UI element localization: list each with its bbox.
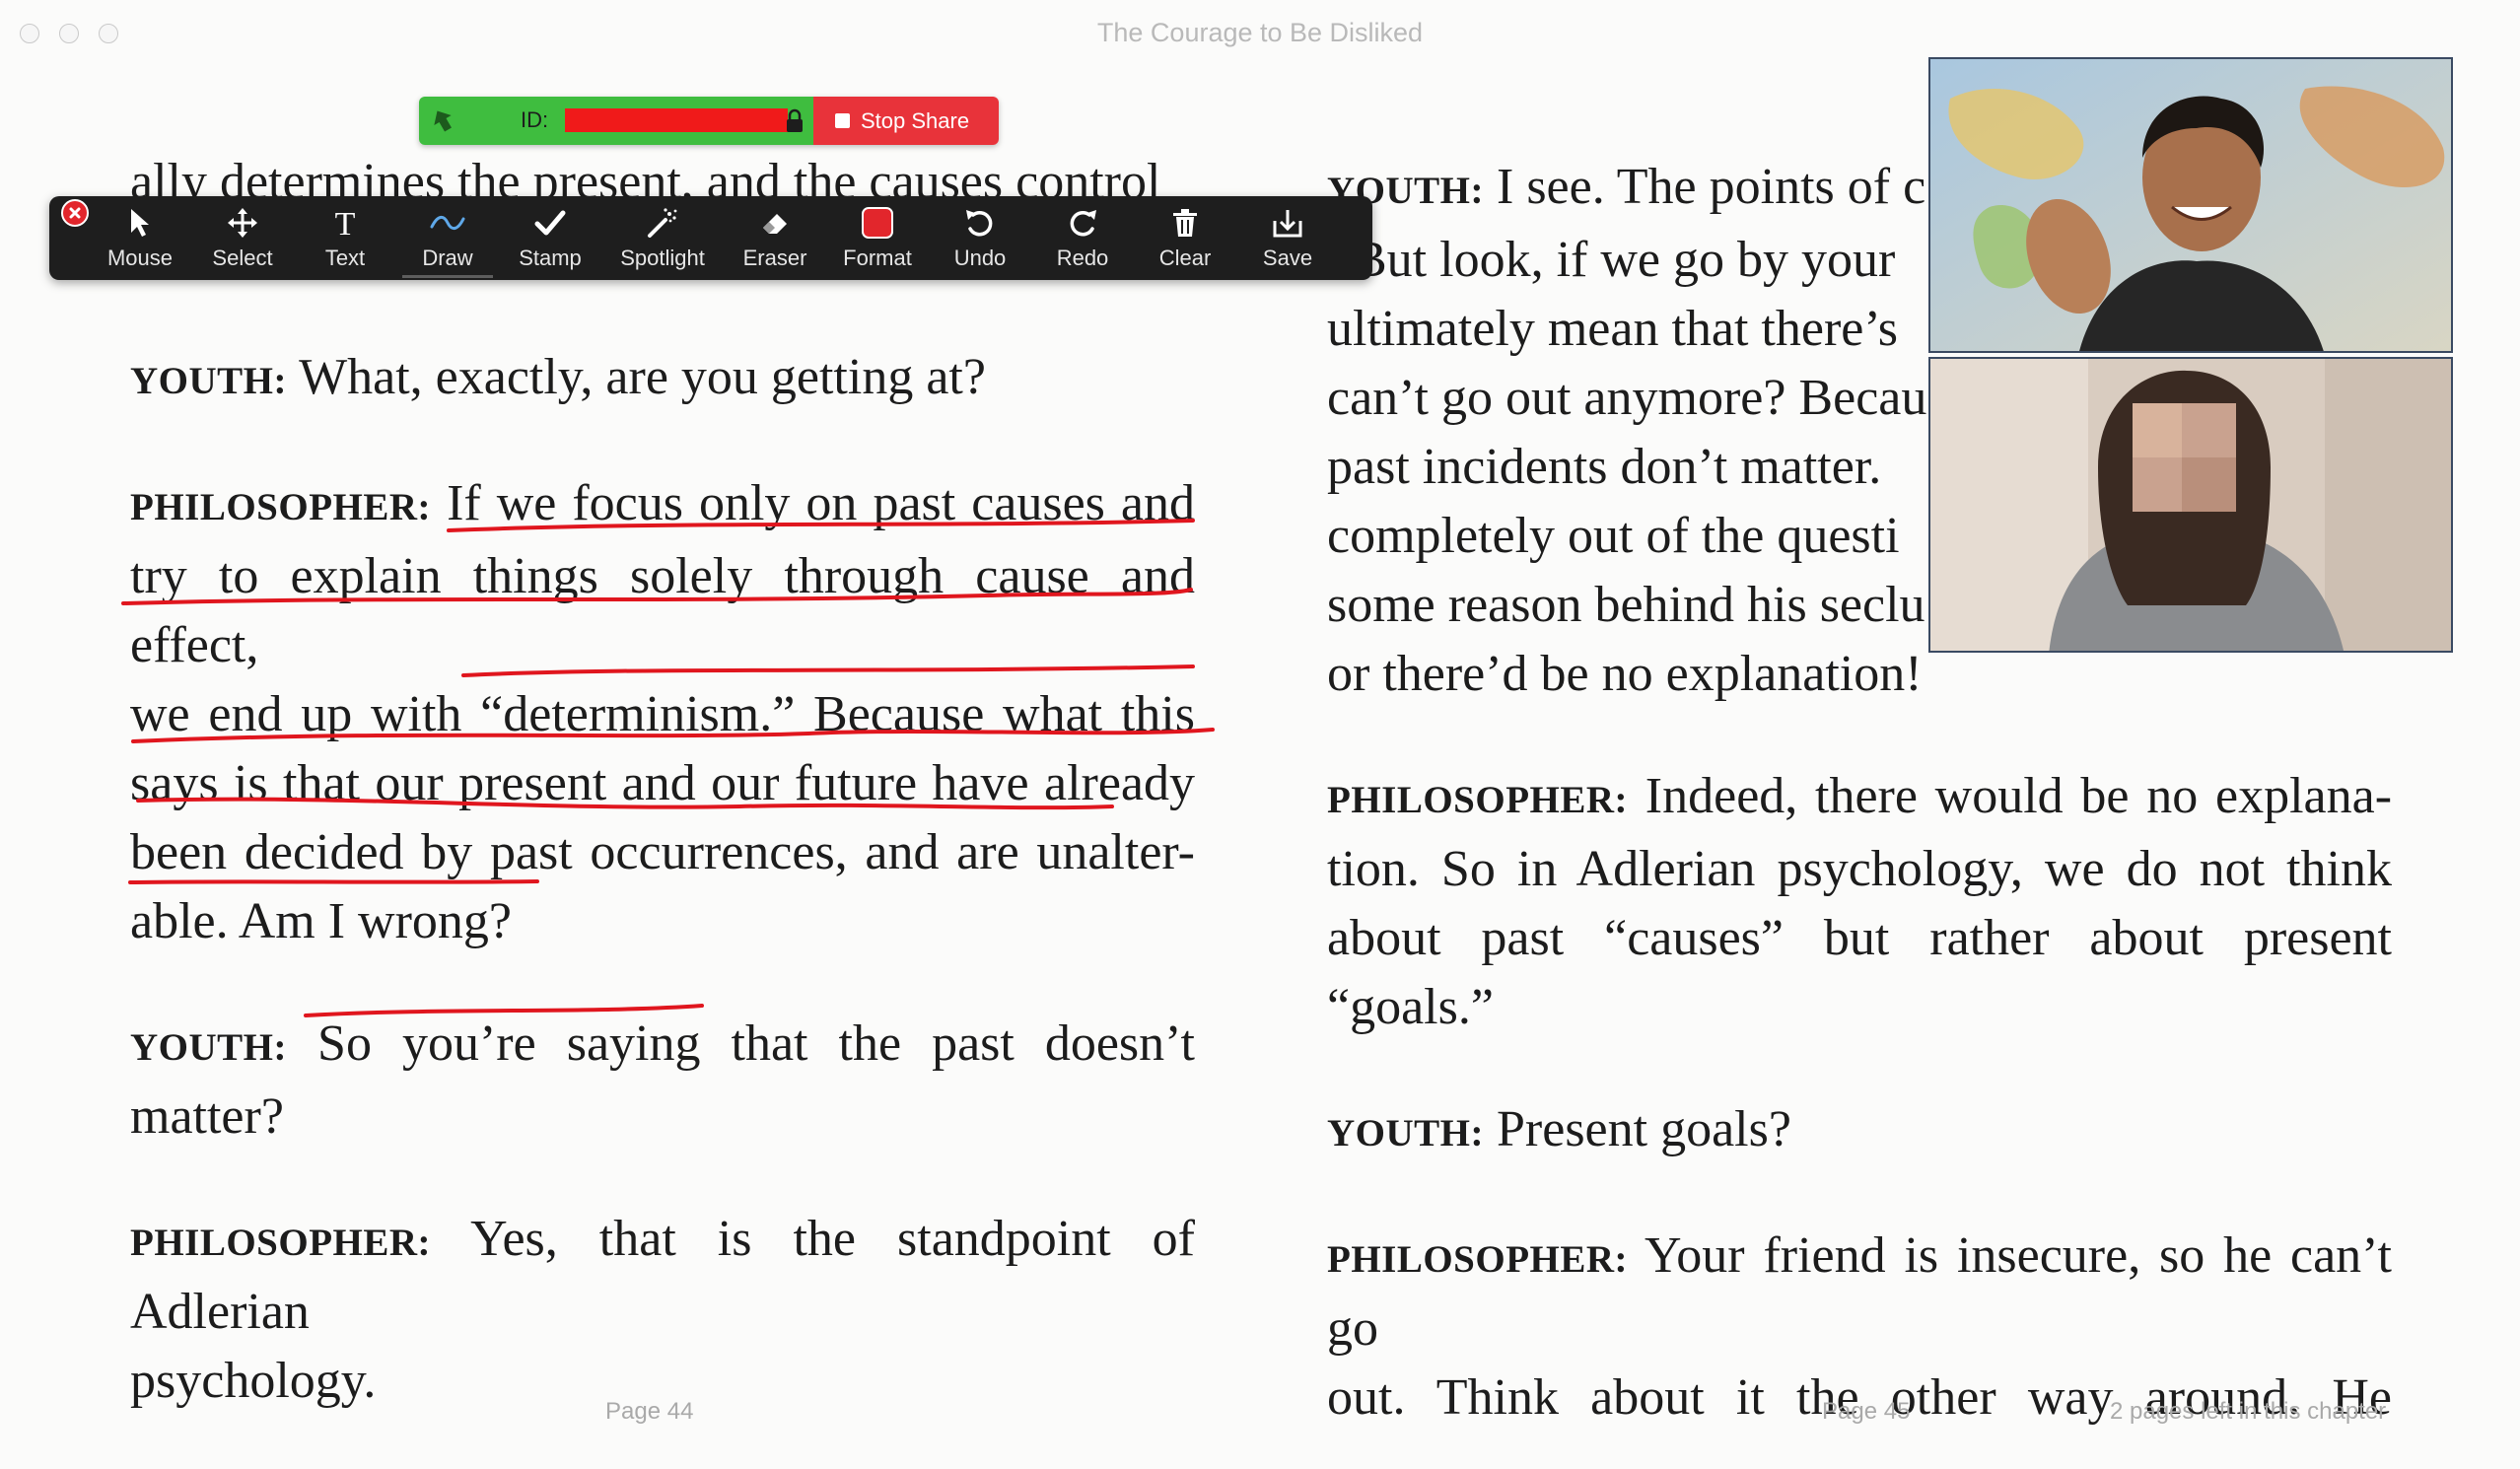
participant-video	[1930, 59, 2451, 351]
text-line: PHILOSOPHER: Indeed, there would be no e…	[1327, 762, 2392, 835]
eraser-icon	[763, 214, 787, 234]
lock-icon	[787, 108, 803, 132]
tool-label: Draw	[422, 245, 473, 270]
text-line: says is that our present and our future …	[130, 755, 1195, 811]
tool-label: Clear	[1158, 245, 1212, 270]
stop-icon	[835, 113, 850, 128]
left-page-body: YOUTH: What, exactly, are you getting at…	[130, 343, 1195, 1416]
toolbar-close-button[interactable]	[61, 199, 89, 227]
dialog-text: I see. The points of c	[1497, 159, 1926, 215]
paragraph: YOUTH: So you’re saying that the past do…	[130, 1010, 1195, 1152]
text-line: been decided by past occurrences, and ar…	[130, 824, 1195, 880]
tool-label: Text	[324, 245, 366, 270]
tool-undo[interactable]: Undo	[929, 196, 1031, 280]
page-number-left: Page 44	[605, 1398, 694, 1425]
video-tile-participant-1[interactable]	[1928, 57, 2453, 353]
paragraph: YOUTH: What, exactly, are you getting at…	[130, 343, 1195, 416]
tool-label: Format	[843, 245, 912, 270]
text-line: able. Am I wrong?	[130, 893, 513, 949]
speaker-label: YOUTH:	[130, 360, 287, 402]
tool-label: Select	[212, 245, 273, 270]
magic-wand-icon	[648, 208, 677, 238]
speaker-label: PHILOSOPHER:	[1327, 779, 1629, 821]
tool-stamp[interactable]: Stamp	[499, 196, 601, 280]
tool-select[interactable]: Select	[191, 196, 294, 280]
squiggle-icon	[430, 216, 465, 230]
trash-icon	[1173, 209, 1197, 237]
speaker-label: PHILOSOPHER:	[130, 486, 432, 528]
tool-save[interactable]: Save	[1236, 196, 1339, 280]
move-arrows-icon	[228, 208, 257, 238]
annotation-toolbar: Mouse Select T Text Draw Stamp Spotlight…	[49, 196, 1372, 280]
chapter-progress: 2 pages left in this chapter	[2110, 1398, 2387, 1425]
text-line: we end up with “determinism.” Because wh…	[130, 686, 1195, 742]
text-line: YOUTH: So you’re saying that the past do…	[130, 1010, 1195, 1083]
stop-share-button[interactable]: Stop Share	[813, 97, 999, 145]
text-line: try to explain things solely through cau…	[130, 548, 1195, 673]
dialog-text: So you’re saying that the past doesn’t	[317, 1015, 1195, 1072]
tool-redo[interactable]: Redo	[1031, 196, 1134, 280]
tool-draw[interactable]: Draw	[396, 196, 499, 280]
undo-icon	[966, 210, 993, 237]
dialog-text: What, exactly, are you getting at?	[299, 349, 986, 405]
checkmark-icon	[534, 210, 566, 236]
tool-text[interactable]: T Text	[294, 196, 396, 280]
tool-mouse[interactable]: Mouse	[89, 196, 191, 280]
text-line: matter?	[130, 1088, 284, 1145]
svg-text:T: T	[335, 207, 356, 239]
dialog-text: Indeed, there would be no explana-	[1645, 768, 2393, 824]
paragraph: PHILOSOPHER: Yes, that is the standpoint…	[130, 1205, 1195, 1416]
tool-label: Redo	[1056, 245, 1109, 270]
dialog-text: Present goals?	[1497, 1101, 1791, 1157]
participant-video	[1930, 359, 2451, 651]
green-arrow-icon[interactable]	[429, 106, 456, 134]
speaker-label: PHILOSOPHER:	[1327, 1238, 1629, 1281]
tool-label: Undo	[953, 245, 1007, 270]
save-download-icon	[1273, 210, 1302, 238]
text-line: PHILOSOPHER: Your friend is insecure, so…	[1327, 1222, 2392, 1364]
text-t-icon: T	[335, 207, 356, 239]
tool-eraser[interactable]: Eraser	[724, 196, 826, 280]
window-title: The Courage to Be Disliked	[1096, 18, 1424, 47]
text-line: PHILOSOPHER: If we focus only on past ca…	[130, 469, 1195, 542]
tool-label: Mouse	[106, 245, 174, 270]
tool-label: Save	[1262, 245, 1313, 270]
meeting-id-label: ID:	[521, 107, 549, 132]
video-tile-participant-2[interactable]	[1928, 357, 2453, 653]
speaker-label: YOUTH:	[1327, 1112, 1484, 1154]
red-square-icon	[862, 207, 893, 239]
stop-share-label: Stop Share	[861, 108, 970, 133]
paragraph: YOUTH: Present goals?	[1327, 1095, 2392, 1168]
page-number-right: Page 45	[1822, 1398, 1911, 1425]
tool-label: Eraser	[742, 245, 807, 270]
dialog-text: If we focus only on past causes and	[447, 475, 1196, 531]
cursor-arrow-icon	[131, 209, 149, 237]
tool-spotlight[interactable]: Spotlight	[601, 196, 724, 280]
meeting-id-panel[interactable]: ID:	[419, 97, 813, 145]
text-line: tion. So in Adlerian psychology, we do n…	[1327, 841, 2392, 897]
tool-label: Spotlight	[620, 245, 705, 270]
speaker-label: PHILOSOPHER:	[130, 1222, 432, 1264]
text-line: about past “causes” but rather about pre…	[1327, 910, 2392, 1035]
paragraph: PHILOSOPHER: Indeed, there would be no e…	[1327, 762, 2392, 1042]
tool-clear[interactable]: Clear	[1134, 196, 1236, 280]
text-line: PHILOSOPHER: Yes, that is the standpoint…	[130, 1205, 1195, 1347]
tool-label: Stamp	[519, 245, 582, 270]
close-icon	[69, 207, 81, 219]
speaker-label: YOUTH:	[130, 1026, 287, 1069]
tool-format[interactable]: Format	[826, 196, 929, 280]
screen-share-bar: ID: Stop Share	[419, 97, 999, 145]
redaction-bar	[565, 108, 788, 132]
paragraph: PHILOSOPHER: If we focus only on past ca…	[130, 469, 1195, 956]
redo-icon	[1070, 210, 1096, 237]
